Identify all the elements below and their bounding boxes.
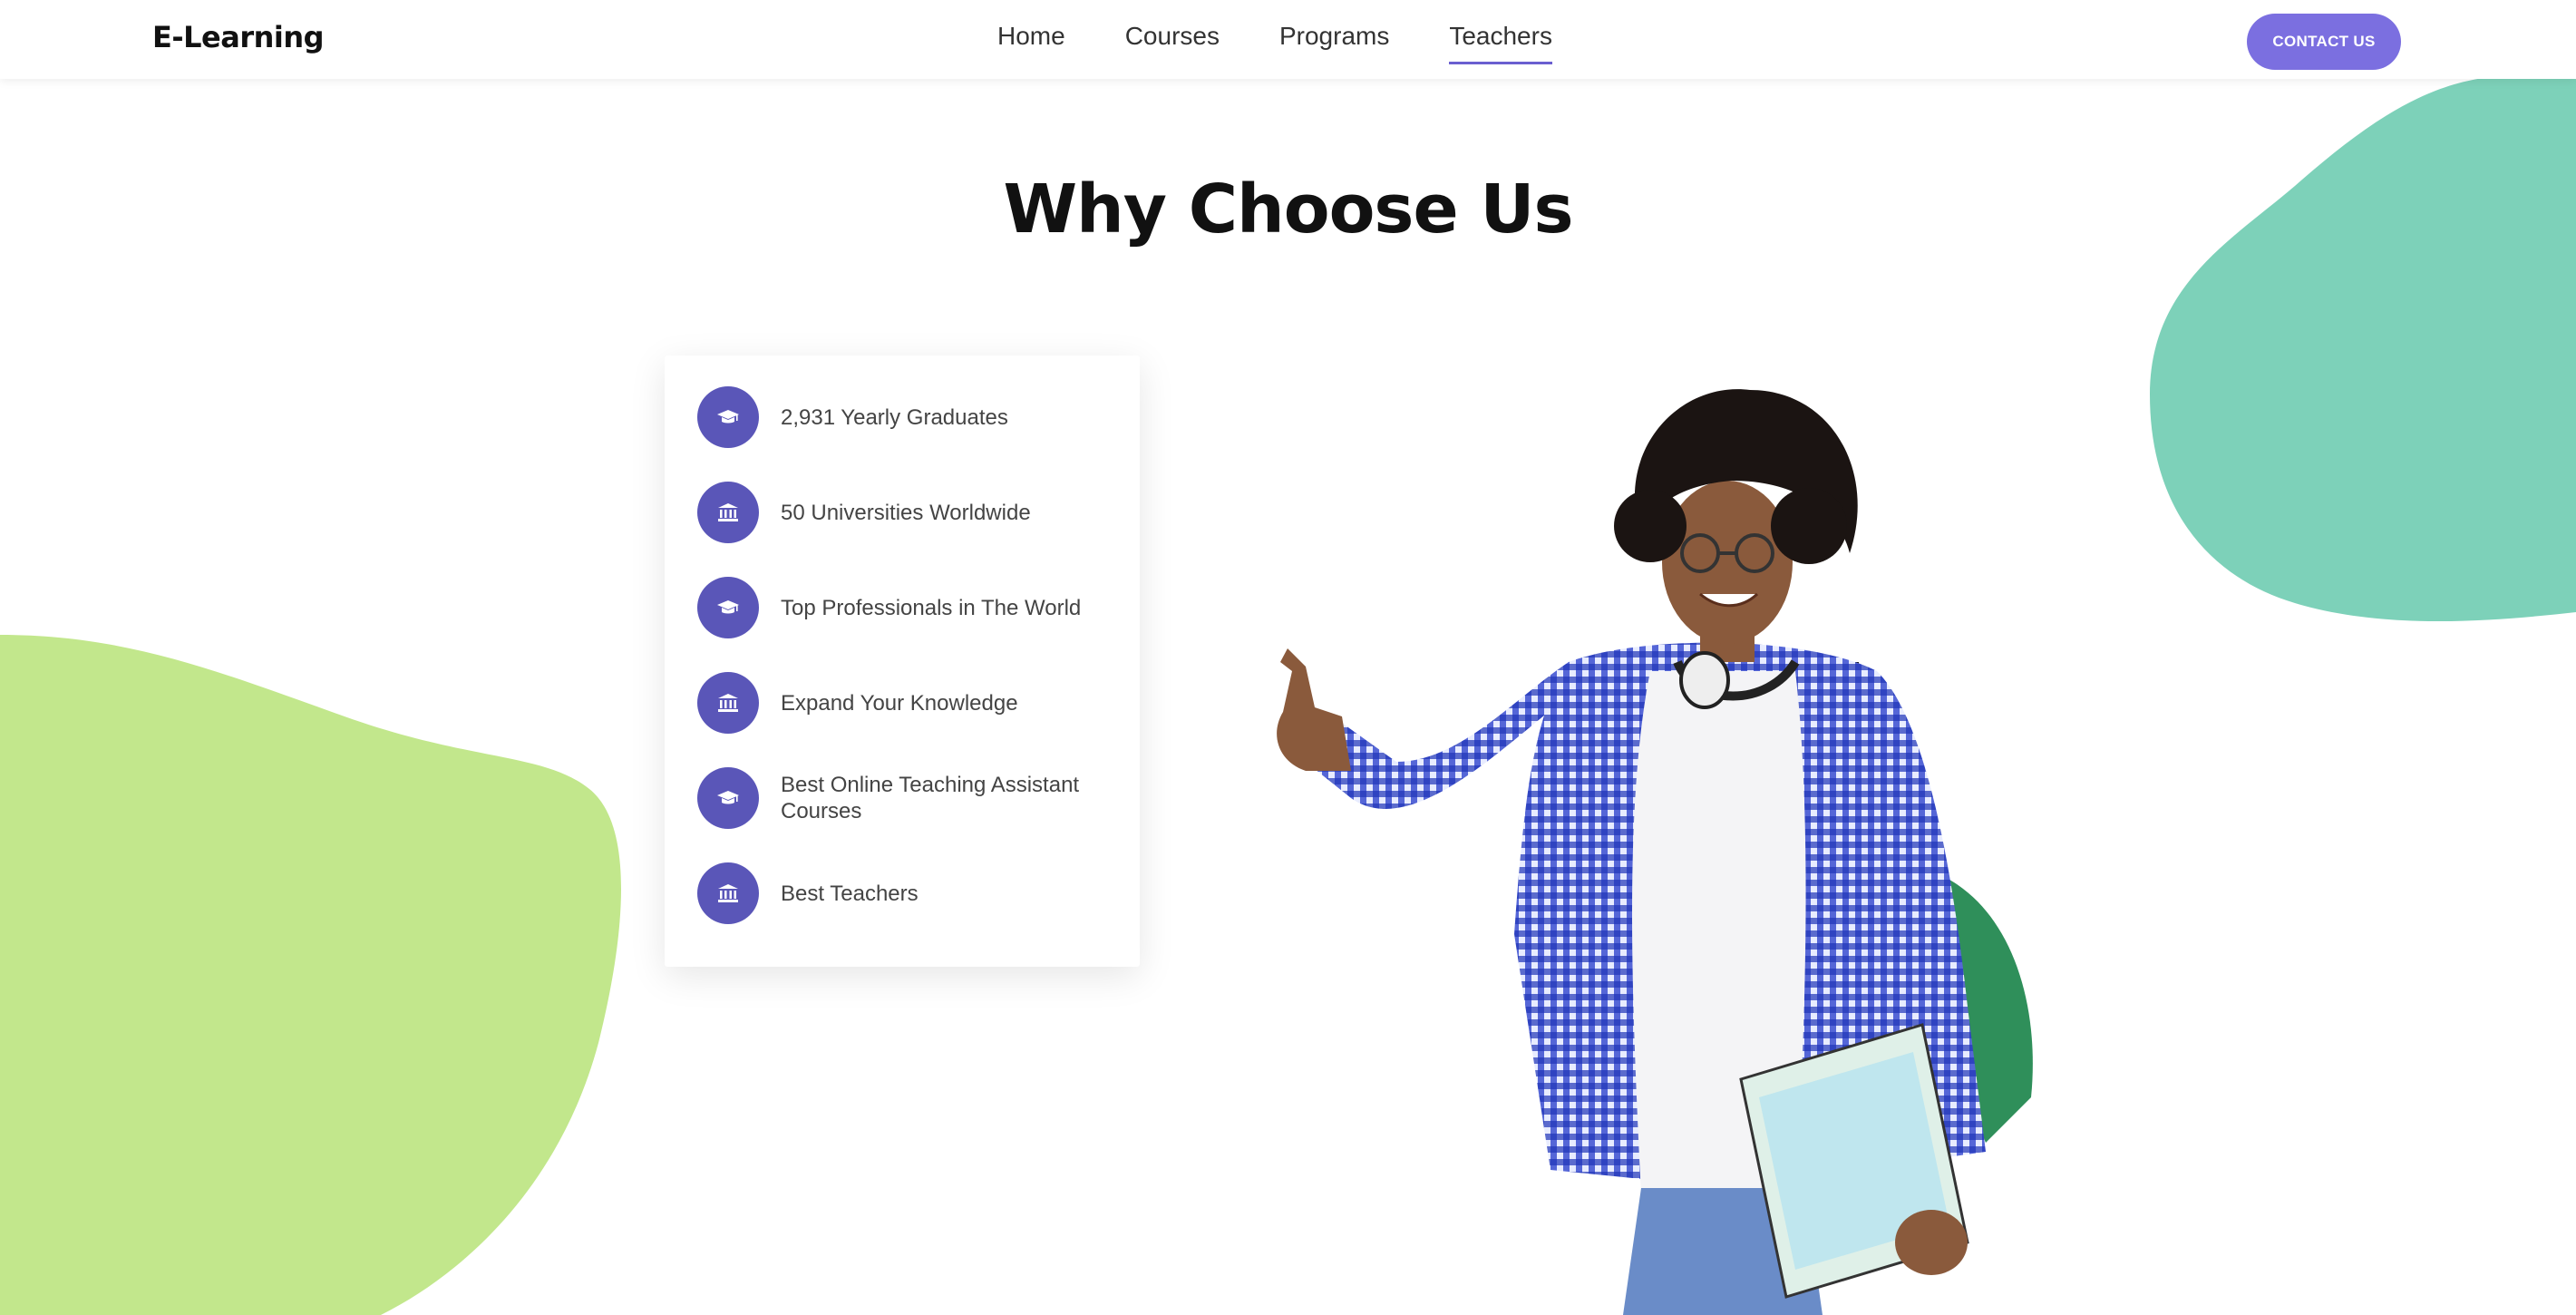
university-icon xyxy=(697,482,759,543)
university-icon xyxy=(697,862,759,924)
green-blob-decoration xyxy=(0,635,621,1315)
feature-item: Top Professionals in The World xyxy=(697,577,1107,638)
feature-text: 50 Universities Worldwide xyxy=(781,500,1031,525)
feature-item: 50 Universities Worldwide xyxy=(697,482,1107,543)
nav-link-courses[interactable]: Courses xyxy=(1125,22,1220,64)
site-logo[interactable]: E-Learning xyxy=(152,20,325,54)
nav-link-home[interactable]: Home xyxy=(997,22,1065,64)
contact-us-button[interactable]: CONTACT US xyxy=(2247,14,2401,70)
section-title: Why Choose Us xyxy=(1003,170,1573,248)
feature-text: 2,931 Yearly Graduates xyxy=(781,404,1008,430)
main-nav: Home Courses Programs Teachers xyxy=(997,22,1612,64)
nav-link-teachers[interactable]: Teachers xyxy=(1449,22,1552,64)
feature-item: Expand Your Knowledge xyxy=(697,672,1107,734)
nav-link-programs[interactable]: Programs xyxy=(1279,22,1389,64)
university-icon xyxy=(697,672,759,734)
feature-item: Best Online Teaching Assistant Courses xyxy=(697,767,1107,829)
feature-text: Best Online Teaching Assistant Courses xyxy=(781,773,1080,823)
feature-item: Best Teachers xyxy=(697,862,1107,924)
graduation-cap-icon xyxy=(697,577,759,638)
feature-text: Top Professionals in The World xyxy=(781,595,1082,620)
feature-text: Best Teachers xyxy=(781,881,919,906)
feature-item: 2,931 Yearly Graduates xyxy=(697,386,1107,448)
teal-blob-decoration xyxy=(2150,77,2576,621)
graduation-cap-icon xyxy=(697,386,759,448)
graduation-cap-icon xyxy=(697,767,759,829)
feature-text: Expand Your Knowledge xyxy=(781,690,1018,716)
student-photo xyxy=(1277,389,2033,1315)
top-navbar: E-Learning Home Courses Programs Teacher… xyxy=(0,0,2576,79)
features-card: 2,931 Yearly Graduates 50 Universities W… xyxy=(665,356,1140,967)
